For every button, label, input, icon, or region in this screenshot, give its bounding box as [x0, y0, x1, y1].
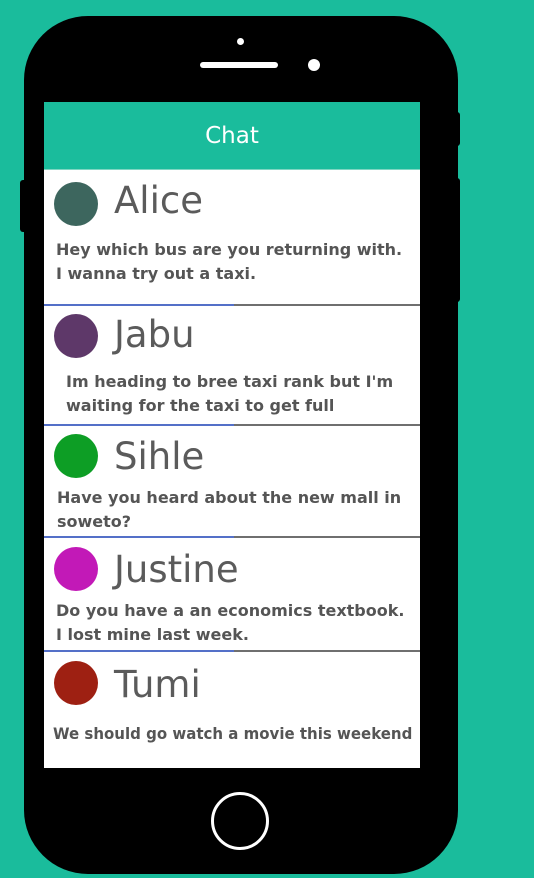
chat-item-alice[interactable]: Alice Hey which bus are you returning wi… [44, 170, 420, 306]
message-line: I wanna try out a taxi. [56, 264, 257, 283]
message-line: soweto? [57, 512, 132, 531]
chat-item-sihle[interactable]: Sihle Have you heard about the new mall … [44, 426, 420, 538]
avatar [54, 661, 98, 705]
chat-header: Chat [44, 102, 420, 170]
speaker-grille [200, 62, 278, 68]
contact-name: Jabu [114, 313, 195, 356]
camera-icon [237, 38, 244, 45]
message-line: waiting for the taxi to get full [66, 396, 335, 415]
front-sensor-icon [308, 59, 320, 71]
chat-item-jabu[interactable]: Jabu Im heading to bree taxi rank but I'… [44, 306, 420, 426]
avatar [54, 182, 98, 226]
chat-item-tumi[interactable]: Tumi We should go watch a movie this wee… [44, 652, 420, 768]
page-title: Chat [205, 122, 259, 149]
avatar [54, 434, 98, 478]
avatar [54, 547, 98, 591]
message-line: Hey which bus are you returning with. [56, 240, 403, 259]
contact-name: Justine [114, 548, 239, 591]
avatar [54, 314, 98, 358]
contact-name: Alice [114, 179, 203, 222]
home-button[interactable] [211, 792, 269, 850]
app-stage: Chat Alice Hey which bus are you returni… [0, 0, 534, 878]
message-line: Do you have a an economics textbook. [56, 601, 405, 620]
message-line: I lost mine last week. [56, 625, 249, 644]
contact-name: Tumi [114, 663, 201, 706]
message-line: Have you heard about the new mall in [57, 488, 402, 507]
chat-item-justine[interactable]: Justine Do you have a an economics textb… [44, 538, 420, 652]
phone-screen: Chat Alice Hey which bus are you returni… [44, 102, 420, 768]
contact-name: Sihle [114, 435, 205, 478]
message-line: Im heading to bree taxi rank but I'm [66, 372, 394, 391]
message-line: We should go watch a movie this weekend [53, 724, 413, 743]
